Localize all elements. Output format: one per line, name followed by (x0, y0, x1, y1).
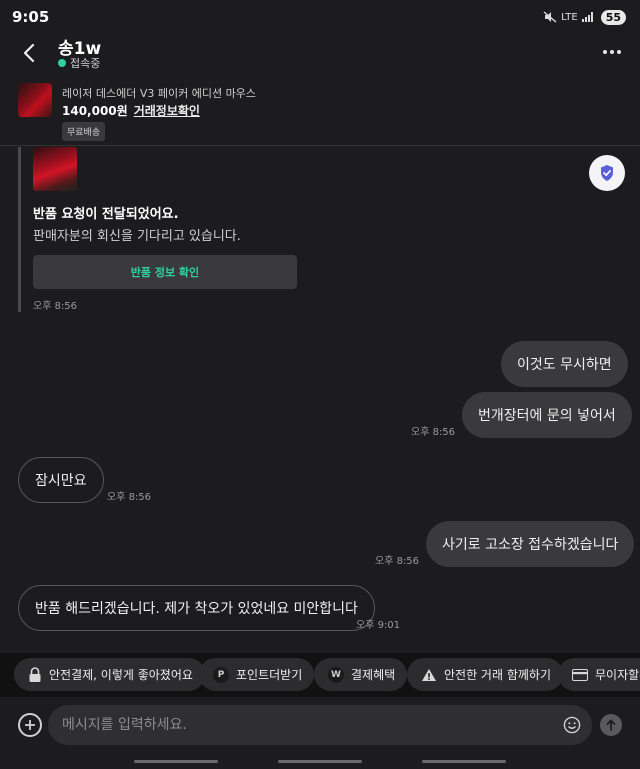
more-dot-icon (610, 50, 614, 54)
safe-trade-badge[interactable] (589, 155, 625, 191)
chat-header: 송1w 접속중 (0, 34, 640, 78)
battery-indicator: 55 (600, 9, 626, 25)
nav-gesture-bar (278, 760, 362, 763)
message-time: 오후 8:56 (375, 556, 420, 567)
plus-icon (25, 720, 35, 730)
quick-action-payment-benefits[interactable]: W 결제혜택 (314, 658, 408, 691)
chip-label: 안전결제, 이렇게 좋아졌어요 (49, 668, 193, 682)
quick-action-safe-trade[interactable]: 안전한 거래 함께하기 (407, 658, 563, 691)
message-time: 오후 8:56 (107, 492, 152, 503)
mute-icon (543, 11, 557, 23)
back-button[interactable] (16, 40, 42, 66)
message-composer (0, 697, 640, 769)
return-info-button[interactable]: 반품 정보 확인 (33, 255, 297, 289)
quick-action-safe-payment[interactable]: 안전결제, 이렇게 좋아졌어요 (14, 658, 205, 691)
free-shipping-badge: 무료배송 (62, 122, 106, 141)
signal-icon (581, 12, 593, 22)
network-label: LTE (561, 11, 578, 23)
transaction-info-link[interactable]: 거래정보확인 (134, 102, 200, 119)
nav-gesture-bar (134, 760, 218, 763)
card-icon (572, 668, 588, 681)
status-time: 9:05 (12, 8, 50, 26)
outgoing-message[interactable]: 번개장터에 문의 넣어서 (462, 392, 632, 438)
status-icons: LTE 55 (543, 9, 626, 25)
status-bar: 9:05 LTE 55 (0, 0, 640, 34)
won-icon: W (328, 666, 344, 683)
nav-gesture-bar (422, 760, 506, 763)
message-time: 오후 8:56 (411, 427, 456, 438)
card-product-thumbnail (33, 147, 77, 191)
product-price-row: 140,000원 거래정보확인 (62, 102, 200, 119)
message-input[interactable] (48, 705, 592, 745)
chat-messages[interactable]: 반품 요청이 전달되었어요. 판매자분의 회신을 기다리고 있습니다. 반품 정… (0, 147, 640, 653)
presence-status: 접속중 (58, 55, 100, 71)
attach-button[interactable] (18, 713, 42, 737)
outgoing-message[interactable]: 이것도 무시하면 (501, 341, 628, 387)
more-dot-icon (603, 50, 607, 54)
more-options-button[interactable] (598, 40, 626, 64)
incoming-message[interactable]: 잠시만요 (18, 457, 104, 503)
product-thumbnail (18, 83, 52, 117)
point-icon: P (213, 666, 229, 683)
return-request-card: 반품 요청이 전달되었어요. 판매자분의 회신을 기다리고 있습니다. 반품 정… (18, 147, 308, 312)
incoming-message[interactable]: 반품 해드리겠습니다. 제가 착오가 있었네요 미안합니다 (18, 585, 375, 631)
outgoing-message[interactable]: 사기로 고소장 접수하겠습니다 (426, 521, 635, 567)
quick-action-bar[interactable]: 안전결제, 이렇게 좋아졌어요 P 포인트더받기 W 결제혜택 안전한 거래 함… (0, 653, 640, 697)
card-subtitle: 판매자분의 회신을 기다리고 있습니다. (33, 229, 241, 244)
chevron-left-icon (23, 43, 35, 63)
chip-label: 결제혜택 (351, 668, 396, 682)
card-title: 반품 요청이 전달되었어요. (33, 207, 179, 222)
more-dot-icon (617, 50, 621, 54)
message-time: 오후 8:56 (33, 301, 78, 312)
warning-icon (422, 668, 436, 681)
shield-check-icon (601, 165, 613, 181)
message-time: 오후 9:01 (356, 620, 401, 631)
quick-action-points[interactable]: P 포인트더받기 (199, 658, 315, 691)
chip-label: 포인트더받기 (236, 668, 303, 682)
emoji-icon[interactable] (563, 716, 581, 734)
chip-label: 안전한 거래 함께하기 (444, 668, 551, 682)
presence-label: 접속중 (70, 57, 101, 70)
product-summary[interactable]: 레이저 데스에더 V3 페이커 에디션 마우스 140,000원 거래정보확인 … (0, 80, 640, 146)
quick-action-installment[interactable]: 무이자할부 (558, 658, 640, 691)
product-name: 레이저 데스에더 V3 페이커 에디션 마우스 (62, 87, 256, 100)
lock-icon (29, 666, 41, 682)
product-price: 140,000원 (62, 104, 128, 118)
online-dot-icon (58, 59, 66, 67)
send-button[interactable] (600, 714, 622, 736)
chip-label: 무이자할부 (595, 668, 640, 682)
arrow-up-icon (606, 719, 616, 731)
